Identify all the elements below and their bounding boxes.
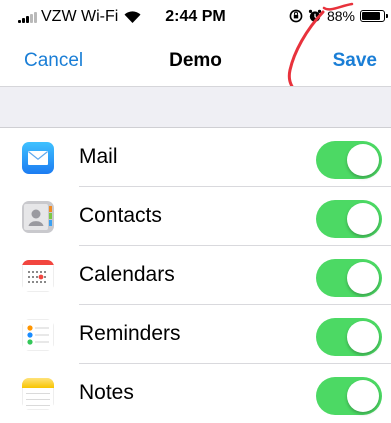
- contacts-label: Contacts: [79, 204, 162, 227]
- toggle-knob: [347, 203, 379, 235]
- mail-icon: [22, 142, 54, 174]
- reminders-toggle[interactable]: [316, 318, 382, 356]
- list-item-reminders: Reminders: [0, 305, 391, 364]
- notes-label: Notes: [79, 381, 134, 404]
- toggle-knob: [347, 144, 379, 176]
- reminders-label: Reminders: [79, 322, 181, 345]
- calendar-icon: [22, 260, 54, 292]
- toggle-knob: [347, 321, 379, 353]
- contacts-toggle[interactable]: [316, 200, 382, 238]
- save-button[interactable]: Save: [333, 50, 377, 72]
- list-item-mail: Mail: [0, 128, 391, 187]
- battery-icon: [360, 10, 388, 22]
- notes-toggle[interactable]: [316, 377, 382, 415]
- status-bar: VZW Wi-Fi 2:44 PM 88%: [0, 0, 391, 34]
- mail-label: Mail: [79, 145, 118, 168]
- mail-toggle[interactable]: [316, 141, 382, 179]
- toggle-knob: [347, 262, 379, 294]
- toggle-knob: [347, 380, 379, 412]
- calendars-toggle[interactable]: [316, 259, 382, 297]
- orientation-lock-icon: [289, 9, 303, 23]
- list-item-contacts: Contacts: [0, 187, 391, 246]
- accounts-list: Mail Contacts Calendars Reminders Notes: [0, 128, 391, 423]
- notes-icon: [22, 378, 54, 410]
- reminders-icon: [22, 319, 54, 351]
- status-right: 88%: [289, 8, 388, 24]
- list-item-notes: Notes: [0, 364, 391, 423]
- section-spacer: [0, 86, 391, 128]
- alarm-clock-icon: [308, 9, 322, 22]
- calendars-label: Calendars: [79, 263, 175, 286]
- contacts-icon: [22, 201, 54, 233]
- navigation-bar: Cancel Demo Save: [0, 34, 391, 86]
- battery-percent: 88%: [326, 8, 355, 24]
- list-item-calendars: Calendars: [0, 246, 391, 305]
